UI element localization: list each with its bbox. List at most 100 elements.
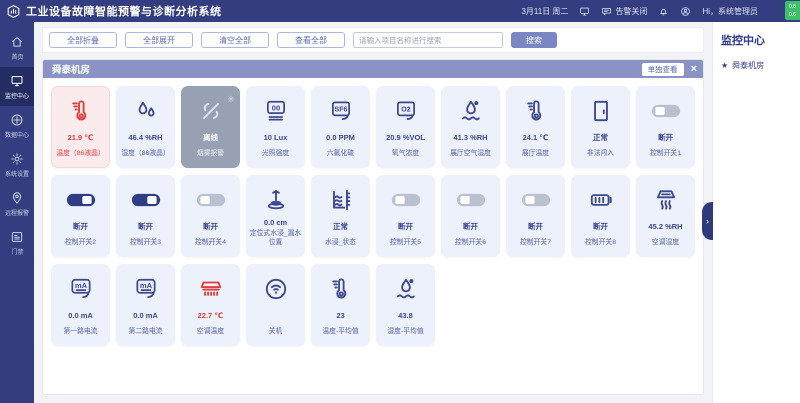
sensor-value: 0.0 mA	[68, 311, 93, 320]
sensor-card[interactable]: 23温度-平均值	[311, 264, 370, 346]
sensor-label: 展厅空气湿度	[450, 150, 491, 158]
sensor-value: 43.8	[398, 311, 413, 320]
sensor-card[interactable]: mA0.0 mA第一路电流	[51, 264, 110, 346]
sensor-card[interactable]: O2 20.9 %VOL 氧气浓度	[376, 86, 435, 168]
sensor-label: 温度（86液晶）	[56, 150, 104, 158]
sensor-label: 展厅温度	[522, 150, 549, 158]
alarm-toggle-label: 告警关闭	[615, 6, 647, 17]
close-icon[interactable]: ×	[691, 64, 697, 75]
gear-icon[interactable]	[227, 90, 235, 98]
sensor-card[interactable]: 断开控制开关4	[181, 175, 240, 257]
body-row: 首页监控中心数据中心系统设置远程报警门禁 全部折叠全部展开清空全部查看全部 搜索…	[0, 22, 800, 403]
sensor-card[interactable]: 断开控制开关7	[506, 175, 565, 257]
sensor-card[interactable]: 正常水浸_状态	[311, 175, 370, 257]
sensor-value: 断开	[203, 221, 218, 232]
monitor-center-title: 监控中心	[721, 32, 792, 48]
sensor-card[interactable]: 断开控制开关8	[571, 175, 630, 257]
bell-icon[interactable]	[658, 6, 669, 17]
sensor-card[interactable]: 断开控制开关6	[441, 175, 500, 257]
toolbar-button-expand-all[interactable]: 全部展开	[125, 32, 193, 48]
sidebar-item-home[interactable]: 首页	[0, 28, 34, 67]
panel-header: 舜泰机房 单独查看 ×	[43, 60, 703, 78]
sensor-value: 正常	[593, 132, 608, 143]
sensor-value: 断开	[73, 221, 88, 232]
sensor-card[interactable]: 45.2 %RH空调湿度	[636, 175, 695, 257]
thermometer-icon	[68, 97, 94, 125]
sensor-card[interactable]: SF6 0.0 PPM 六氟化硫	[311, 86, 370, 168]
room-list-item[interactable]: ★舜泰机房	[721, 60, 792, 71]
ma-meter-icon: mA	[133, 275, 159, 303]
sensor-card[interactable]: 断开控制开关3	[116, 175, 175, 257]
sensor-label: 六氟化硫	[327, 150, 354, 158]
view-alone-button[interactable]: 单独查看	[642, 63, 684, 76]
app-header: 工业设备故障智能预警与诊断分析系统 3月11日 周二 告警关闭 Hi，系统管理员…	[0, 0, 800, 22]
sensor-card[interactable]: 正常非法闯入	[571, 86, 630, 168]
sensor-label: 湿度（86液晶）	[121, 150, 169, 158]
drop-waves-icon	[458, 97, 484, 125]
sensor-card[interactable]: 断开控制开关5	[376, 175, 435, 257]
app-logo-icon	[6, 4, 21, 19]
sensor-card[interactable]: mA0.0 mA第二路电流	[116, 264, 175, 346]
toolbar-button-clear-all[interactable]: 清空全部	[201, 32, 269, 48]
sf6-meter-icon: SF6	[328, 97, 354, 125]
search-button[interactable]: 搜索	[511, 32, 557, 48]
sensor-card[interactable]: 41.3 %RH展厅空气湿度	[441, 86, 500, 168]
sensor-label: 光照强度	[262, 150, 289, 158]
sensor-label: 定位式水浸_漏水位置	[249, 230, 302, 247]
sidebar-expander[interactable]: ›	[702, 202, 713, 240]
sensor-card[interactable]: 0.0 cm定位式水浸_漏水位置	[246, 175, 305, 257]
water-level-icon	[263, 186, 289, 214]
sensor-card[interactable]: 24.1 ℃ 展厅温度	[506, 86, 565, 168]
room-list: ★舜泰机房	[721, 60, 792, 71]
chevron-right-icon: ›	[706, 216, 709, 226]
sidebar-item-remote-alarm[interactable]: 远程报警	[0, 184, 34, 223]
sensor-label: 氧气浓度	[392, 150, 419, 158]
home-icon	[10, 35, 24, 49]
alarm-toggle[interactable]: 告警关闭	[601, 6, 647, 17]
sensor-card[interactable]: 0010 Lux光照强度	[246, 86, 305, 168]
sensor-value: 断开	[138, 221, 153, 232]
sensor-value: 断开	[398, 221, 413, 232]
sensor-label: 温度-平均值	[322, 328, 358, 336]
fullscreen-icon[interactable]	[579, 6, 590, 17]
sensor-card[interactable]: 断开控制开关1	[636, 86, 695, 168]
sensor-value: 24.1 ℃	[523, 133, 549, 142]
sensor-label: 控制开关2	[65, 239, 96, 247]
sensor-value: 46.4 %RH	[128, 133, 162, 142]
svg-text:00: 00	[271, 103, 279, 112]
svg-text:SF6: SF6	[334, 107, 347, 114]
sensor-value: 断开	[658, 132, 673, 143]
sensor-value: 22.7 ℃	[198, 311, 224, 320]
thermometer-icon	[523, 97, 549, 125]
battery-icon	[588, 186, 614, 214]
sensor-card[interactable]: 离线烟雾报警	[181, 86, 240, 168]
sensor-label: 控制开关4	[195, 239, 226, 247]
sensor-value: 20.9 %VOL	[386, 133, 425, 142]
toolbar-button-collapse-all[interactable]: 全部折叠	[49, 32, 117, 48]
o2-meter-icon: O2	[393, 97, 419, 125]
net-speed-down: 0.6	[789, 11, 796, 19]
sensor-card[interactable]: 22.7 ℃空调温度	[181, 264, 240, 346]
sidebar-item-access-control[interactable]: 门禁	[0, 223, 34, 262]
sidebar-item-data-center[interactable]: 数据中心	[0, 106, 34, 145]
drop-waves-icon	[393, 275, 419, 303]
sensor-card[interactable]: 46.4 %RH 湿度（86液晶）	[116, 86, 175, 168]
sensor-label: 控制开关6	[455, 239, 486, 247]
search-input[interactable]	[353, 32, 503, 48]
sensor-card[interactable]: 43.8湿度-平均值	[376, 264, 435, 346]
svg-text:mA: mA	[74, 281, 87, 290]
header-right: 3月11日 周二 告警关闭 Hi，系统管理员	[521, 6, 758, 17]
toggle-off-icon	[456, 186, 486, 214]
sensor-value: 21.9 ℃	[68, 133, 94, 142]
toolbar-button-view-all[interactable]: 查看全部	[277, 32, 345, 48]
sidebar-item-system-settings[interactable]: 系统设置	[0, 145, 34, 184]
avatar[interactable]	[680, 6, 691, 17]
sensor-value: 0.0 mA	[133, 311, 158, 320]
sensor-card[interactable]: 断开控制开关2	[51, 175, 110, 257]
monitor-icon	[10, 74, 24, 88]
sidebar-item-monitor-center[interactable]: 监控中心	[0, 67, 34, 106]
sensor-card[interactable]: 21.9 ℃ 温度（86液晶）	[51, 86, 110, 168]
door-icon	[588, 97, 614, 125]
sensor-card[interactable]: 关机	[246, 264, 305, 346]
sensor-value: 0.0 PPM	[326, 133, 355, 142]
